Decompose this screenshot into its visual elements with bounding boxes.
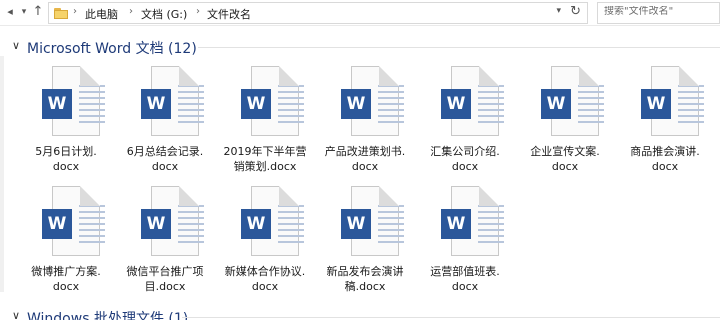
group-label: Microsoft Word 文档 (12)	[27, 41, 197, 57]
file-item[interactable]: W 5月6日计划. docx	[18, 66, 114, 186]
scrollbar-track[interactable]	[0, 56, 4, 292]
file-item[interactable]: W 运营部值班表. docx	[417, 186, 513, 306]
file-item[interactable]: W 企业宣传文案. docx	[517, 66, 613, 186]
file-name-line2: docx	[251, 280, 279, 293]
file-name-line2: docx	[151, 160, 179, 173]
search-box[interactable]	[597, 2, 720, 24]
word-doc-icon: W	[241, 66, 304, 138]
file-name: 运营部值班表. docx	[417, 264, 513, 294]
file-name-line2: 目.docx	[144, 280, 186, 293]
file-name-line1: 5月6日计划.	[35, 145, 97, 158]
file-name: 微信平台推广项 目.docx	[117, 264, 213, 294]
file-name: 微博推广方案. docx	[18, 264, 114, 294]
group-header-word[interactable]: ∨ Microsoft Word 文档 (12)	[0, 36, 720, 58]
file-name-line2: docx	[651, 160, 679, 173]
file-name-line2: docx	[52, 280, 80, 293]
file-name: 企业宣传文案. docx	[517, 144, 613, 174]
file-name-line2: docx	[52, 160, 80, 173]
file-name: 5月6日计划. docx	[18, 144, 114, 174]
word-doc-icon: W	[341, 66, 404, 138]
folder-icon	[54, 7, 68, 19]
file-name-line1: 6月总结会记录.	[126, 145, 204, 158]
word-doc-icon: W	[441, 186, 504, 258]
word-doc-icon: W	[341, 186, 404, 258]
file-item[interactable]: W 新品发布会演讲 稿.docx	[317, 186, 413, 306]
group-divider	[198, 47, 720, 48]
search-input[interactable]	[604, 6, 714, 17]
file-name-line1: 微博推广方案.	[31, 265, 101, 278]
group-header-batch[interactable]: ∨ Windows 批处理文件 (1)	[0, 306, 720, 320]
word-doc-icon: W	[441, 66, 504, 138]
breadcrumb-current-folder[interactable]: 文件改名	[207, 6, 251, 22]
file-name: 新品发布会演讲 稿.docx	[317, 264, 413, 294]
file-name-line2: docx	[451, 160, 479, 173]
group-divider	[182, 317, 720, 318]
file-item[interactable]: W 微信平台推广项 目.docx	[117, 186, 213, 306]
file-name-line2: docx	[351, 160, 379, 173]
arrow-up-icon[interactable]: ↑	[30, 4, 46, 20]
word-doc-icon: W	[541, 66, 604, 138]
breadcrumb-drive[interactable]: 文档 (G:)	[141, 6, 187, 22]
word-doc-icon: W	[141, 66, 204, 138]
file-name-line1: 新品发布会演讲	[326, 265, 404, 278]
file-item[interactable]: W 6月总结会记录. docx	[117, 66, 213, 186]
file-name: 新媒体合作协议. docx	[217, 264, 313, 294]
file-name-line2: 稿.docx	[344, 280, 386, 293]
breadcrumb-separator: ›	[196, 6, 200, 17]
file-name-line2: docx	[451, 280, 479, 293]
word-doc-icon: W	[141, 186, 204, 258]
breadcrumb-separator: ›	[73, 6, 77, 17]
word-doc-icon: W	[641, 66, 704, 138]
path-box[interactable]: › 此电脑 › 文档 (G:) › 文件改名 ▾ ↻	[48, 2, 588, 24]
file-name-line1: 商品推会演讲.	[630, 145, 700, 158]
address-bar: ◂ ▾ ↑ › 此电脑 › 文档 (G:) › 文件改名 ▾ ↻	[0, 0, 720, 26]
word-doc-icon: W	[241, 186, 304, 258]
file-name-line2: 销策划.docx	[233, 160, 297, 173]
breadcrumb-this-pc[interactable]: 此电脑	[85, 6, 118, 22]
file-name-line1: 产品改进策划书.	[324, 145, 406, 158]
file-item[interactable]: W 微博推广方案. docx	[18, 186, 114, 306]
file-name: 商品推会演讲. docx	[617, 144, 713, 174]
file-name-line1: 新媒体合作协议.	[224, 265, 306, 278]
file-name: 产品改进策划书. docx	[317, 144, 413, 174]
file-name: 2019年下半年营 销策划.docx	[217, 144, 313, 174]
group-label: Windows 批处理文件 (1)	[27, 311, 189, 320]
file-name-line2: docx	[551, 160, 579, 173]
chevron-down-icon[interactable]: ∨	[12, 39, 20, 52]
file-item[interactable]: W 商品推会演讲. docx	[617, 66, 713, 186]
word-doc-icon: W	[42, 186, 105, 258]
file-item[interactable]: W 汇集公司介绍. docx	[417, 66, 513, 186]
breadcrumb-separator: ›	[129, 6, 133, 17]
file-item[interactable]: W 产品改进策划书. docx	[317, 66, 413, 186]
file-name: 汇集公司介绍. docx	[417, 144, 513, 174]
word-doc-icon: W	[42, 66, 105, 138]
file-name-line1: 2019年下半年营	[223, 145, 307, 158]
file-name-line1: 微信平台推广项	[126, 265, 204, 278]
file-name-line1: 汇集公司介绍.	[430, 145, 500, 158]
file-name-line1: 运营部值班表.	[430, 265, 500, 278]
file-item[interactable]: W 新媒体合作协议. docx	[217, 186, 313, 306]
chevron-down-icon[interactable]: ∨	[12, 309, 20, 320]
file-name-line1: 企业宣传文案.	[530, 145, 600, 158]
chevron-down-icon[interactable]: ▾	[556, 6, 561, 16]
file-name: 6月总结会记录. docx	[117, 144, 213, 174]
refresh-icon[interactable]: ↻	[570, 4, 581, 19]
file-item[interactable]: W 2019年下半年营 销策划.docx	[217, 66, 313, 186]
